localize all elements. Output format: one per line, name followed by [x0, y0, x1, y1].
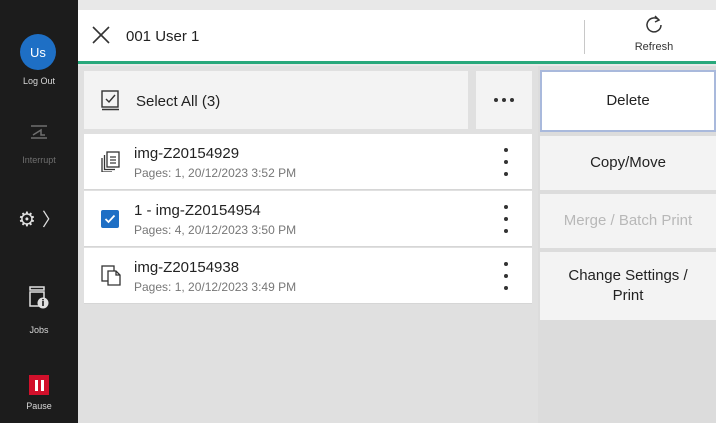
pause-icon[interactable]: [29, 375, 49, 395]
select-all-button[interactable]: Select All (3): [84, 71, 468, 129]
document-stack-icon: [100, 150, 122, 173]
pause-label: Pause: [26, 401, 52, 411]
item-name: img-Z20154938: [134, 259, 240, 276]
list-item[interactable]: img-Z20154938 Pages: 1, 20/12/2023 3:49 …: [84, 248, 532, 304]
more-options-button[interactable]: [476, 71, 532, 129]
refresh-button[interactable]: Refresh: [618, 14, 690, 62]
action-panel: Delete Copy/Move Merge / Batch Print Cha…: [538, 66, 716, 423]
copy-move-button[interactable]: Copy/Move: [540, 136, 716, 190]
file-list: Select All (3) img-Z20154929 Pages: 1, 2…: [78, 66, 538, 423]
delete-button[interactable]: Delete: [540, 70, 716, 132]
item-name: img-Z20154929: [134, 145, 240, 162]
item-meta: Pages: 1, 20/12/2023 3:52 PM: [134, 166, 297, 180]
document-copy-icon: [100, 264, 122, 286]
checkbox-checked-icon[interactable]: [101, 210, 119, 228]
merge-batch-print-button[interactable]: Merge / Batch Print: [540, 194, 716, 248]
item-meta: Pages: 4, 20/12/2023 3:50 PM: [134, 223, 297, 237]
list-item[interactable]: 1 - img-Z20154954 Pages: 4, 20/12/2023 3…: [84, 191, 532, 247]
select-all-checkbox-icon: [100, 89, 122, 116]
chevron-right-icon: 〉: [41, 210, 60, 230]
select-all-label: Select All (3): [136, 93, 221, 110]
item-meta: Pages: 1, 20/12/2023 3:49 PM: [134, 280, 297, 294]
page-title: 001 User 1: [126, 28, 200, 45]
item-menu-button[interactable]: [498, 262, 514, 290]
header-divider: [584, 20, 585, 54]
header-bar: 001 User 1 Refresh: [78, 10, 716, 64]
item-menu-button[interactable]: [498, 148, 514, 176]
left-rail: Us Log Out Interrupt ⚙ 〉 Jobs Pause: [0, 0, 78, 423]
user-avatar[interactable]: Us: [20, 34, 56, 70]
device-settings-button[interactable]: ⚙ 〉: [0, 210, 78, 230]
jobs-label: Jobs: [29, 325, 49, 335]
change-settings-print-button[interactable]: Change Settings / Print: [540, 252, 716, 320]
jobs-icon[interactable]: [0, 284, 78, 310]
refresh-label: Refresh: [634, 41, 674, 53]
interrupt-icon[interactable]: [0, 122, 78, 140]
logout-button[interactable]: Log Out: [0, 76, 78, 86]
interrupt-label: Interrupt: [22, 155, 56, 165]
gear-icon: ⚙: [18, 209, 36, 231]
close-icon[interactable]: [90, 24, 112, 46]
refresh-icon: [644, 14, 664, 39]
list-item[interactable]: img-Z20154929 Pages: 1, 20/12/2023 3:52 …: [84, 134, 532, 190]
item-menu-button[interactable]: [498, 205, 514, 233]
item-name: 1 - img-Z20154954: [134, 202, 261, 219]
